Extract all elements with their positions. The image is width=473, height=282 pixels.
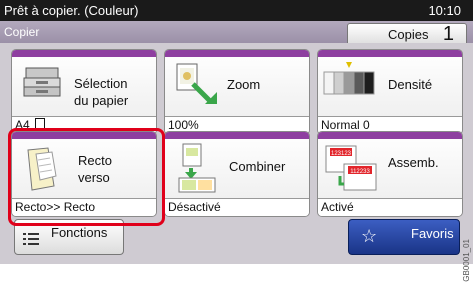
functions-list-icon [23, 233, 39, 245]
density-tile[interactable]: Densité Normal 0 [317, 49, 463, 135]
copies-label: Copies [388, 27, 429, 42]
collate-label: Assemb. [388, 155, 439, 170]
functions-label: Fonctions [51, 225, 108, 240]
favorites-button[interactable]: ☆ Favoris [348, 219, 460, 255]
paper-selection-label: Sélection du papier [74, 76, 129, 108]
combine-value: Désactivé [165, 198, 309, 216]
clock: 10:10 [428, 3, 461, 18]
status-text: Prêt à copier. (Couleur) [4, 3, 139, 18]
tile-accent [12, 50, 156, 57]
svg-text:112233: 112233 [350, 169, 370, 175]
collate-value: Activé [318, 198, 462, 216]
title-bar: Copier Copies 1 [0, 21, 473, 46]
page-title: Copier [4, 25, 40, 39]
combine-icon [178, 143, 216, 193]
zoom-label: Zoom [227, 77, 261, 92]
status-bar: Prêt à copier. (Couleur) 10:10 [0, 0, 473, 21]
zoom-icon [176, 63, 217, 104]
favorites-label: Favoris [411, 226, 454, 241]
zoom-tile[interactable]: Zoom 100% [164, 49, 310, 135]
duplex-highlight-frame [8, 128, 165, 226]
collate-icon: 123123 112233 [325, 145, 377, 191]
collate-tile[interactable]: 123123 112233 Assemb. Activé [317, 131, 463, 217]
tile-accent [318, 50, 462, 57]
svg-text:123123: 123123 [331, 151, 352, 157]
star-icon: ☆ [361, 226, 378, 246]
paper-selection-tile[interactable]: Sélection du papier A4 [11, 49, 157, 135]
density-label: Densité [388, 77, 433, 92]
tile-accent [165, 50, 309, 57]
combine-tile[interactable]: Combiner Désactivé [164, 131, 310, 217]
paper-tray-icon [23, 67, 61, 97]
tile-accent [318, 132, 462, 139]
image-id-watermark: GB0001_01 [462, 239, 471, 282]
tile-accent [165, 132, 309, 139]
density-icon [323, 62, 375, 95]
combine-label: Combiner [229, 159, 286, 174]
